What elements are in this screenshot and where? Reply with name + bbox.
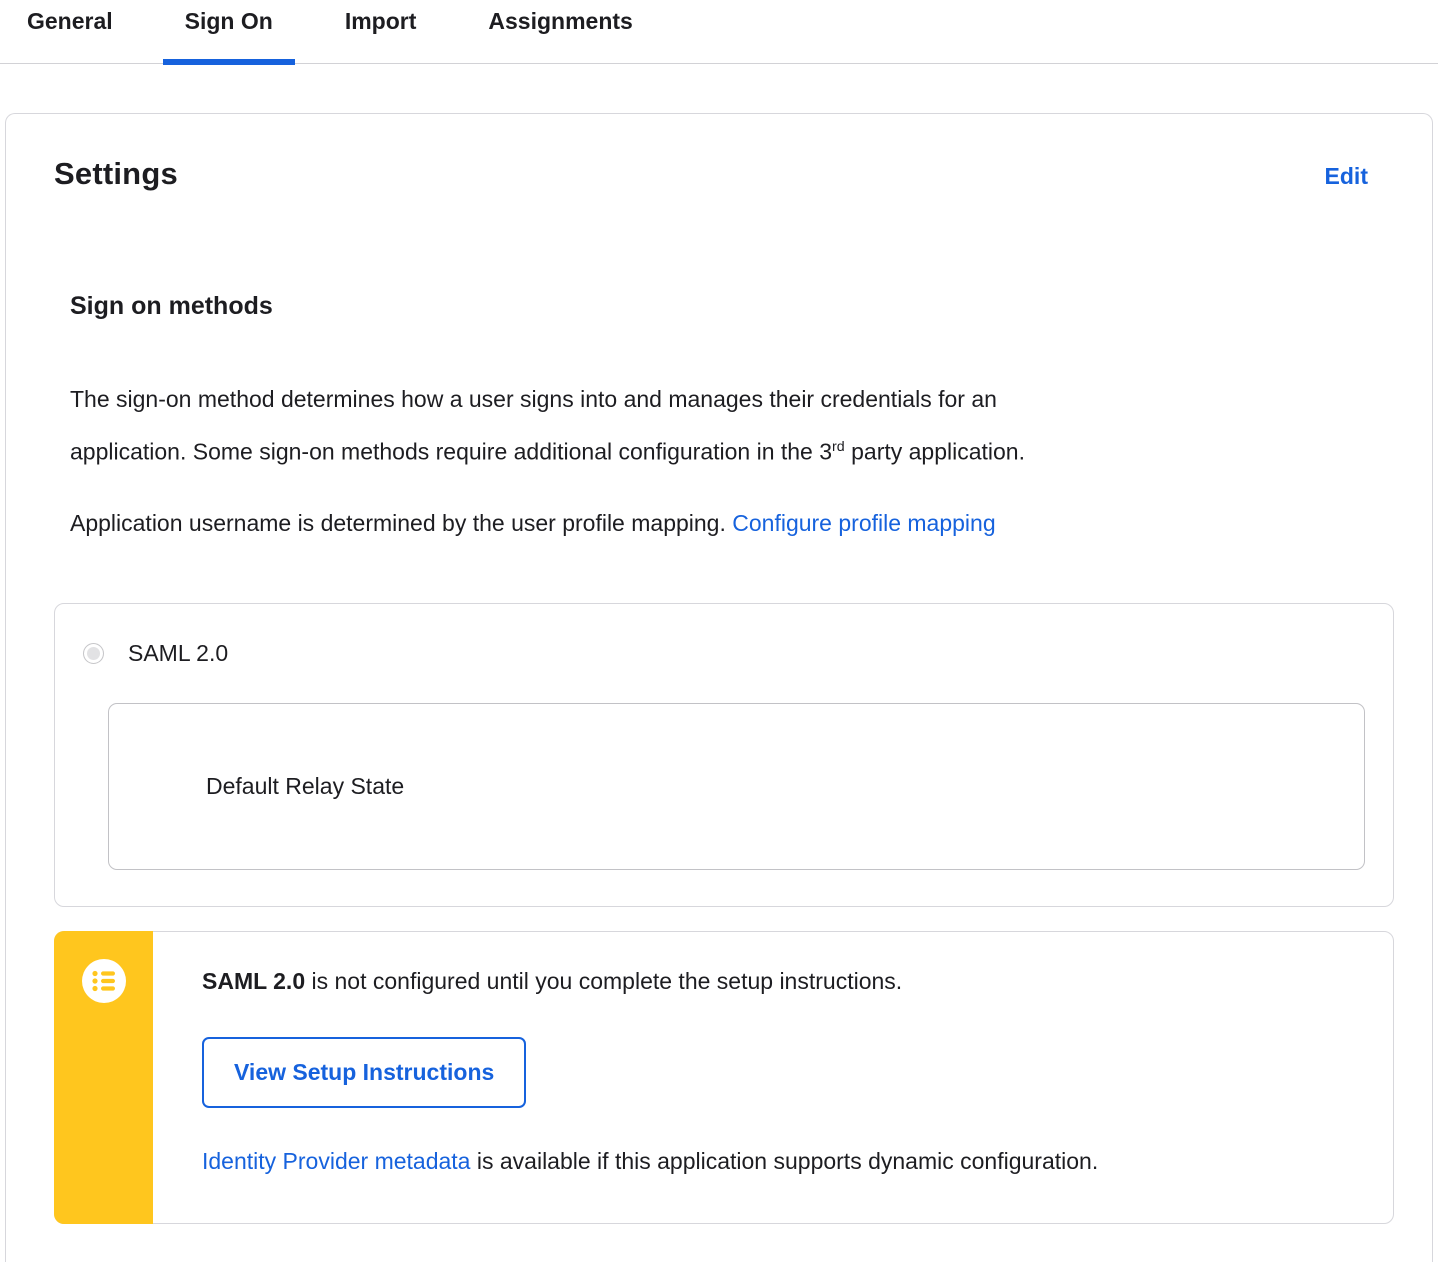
tab-bar: General Sign On Import Assignments (0, 0, 1438, 65)
setup-callout: SAML 2.0 is not configured until you com… (54, 930, 1394, 1224)
saml-radio-row: SAML 2.0 (83, 640, 1365, 667)
configure-profile-mapping-link[interactable]: Configure profile mapping (732, 510, 995, 536)
sign-on-description-line1: The sign-on method determines how a user… (70, 386, 997, 412)
saml-radio-button[interactable] (83, 642, 104, 664)
callout-message-rest: is not configured until you complete the… (305, 967, 903, 994)
ordinal-superscript: rd (832, 439, 845, 455)
default-relay-state-field: Default Relay State (108, 702, 1365, 870)
sign-on-methods-heading: Sign on methods (70, 292, 273, 320)
profile-mapping-note: Application username is determined by th… (70, 499, 1310, 547)
callout-stripe (54, 930, 153, 1224)
settings-card-header: Settings Edit (54, 156, 1388, 192)
sign-on-description-line2: application. Some sign-on methods requir… (70, 438, 833, 465)
saml-option-box: SAML 2.0 Default Relay State (54, 602, 1394, 907)
saml-radio-label: SAML 2.0 (128, 639, 229, 666)
callout-content: SAML 2.0 is not configured until you com… (202, 932, 1393, 1223)
idp-metadata-text: is available if this application support… (470, 1147, 1099, 1174)
edit-link[interactable]: Edit (1325, 163, 1368, 190)
sign-on-description-line2-end: party application. (844, 438, 1025, 465)
profile-mapping-text: Application username is determined by th… (70, 509, 733, 536)
settings-card: Settings Edit Sign on methods The sign-o… (5, 113, 1433, 1262)
default-relay-state-label: Default Relay State (206, 772, 405, 799)
tab-general[interactable]: General (5, 0, 135, 64)
view-setup-instructions-button[interactable]: View Setup Instructions (202, 1036, 527, 1108)
sign-on-description: The sign-on method determines how a user… (70, 375, 1310, 476)
tab-assignments[interactable]: Assignments (466, 0, 654, 64)
tab-sign-on[interactable]: Sign On (162, 0, 296, 65)
identity-provider-metadata-link[interactable]: Identity Provider metadata (202, 1148, 470, 1174)
tab-import[interactable]: Import (323, 0, 439, 64)
idp-metadata-note: Identity Provider metadata is available … (202, 1148, 1353, 1175)
list-icon (82, 958, 126, 1003)
callout-message-bold: SAML 2.0 (202, 967, 306, 994)
page-title: Settings (54, 156, 178, 191)
callout-message: SAML 2.0 is not configured until you com… (202, 968, 1353, 995)
